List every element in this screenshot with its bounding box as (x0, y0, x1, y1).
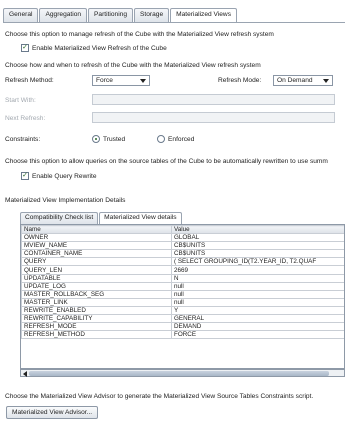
table-row[interactable]: REFRESH_METHOD FORCE (21, 330, 344, 340)
cell-name: MVIEW_NAME (21, 241, 172, 251)
refresh-mode-value: On Demand (277, 77, 313, 84)
table-row[interactable]: UPDATE_LOG null (21, 281, 344, 291)
refresh-method-value: Force (96, 77, 113, 84)
table-row[interactable]: CONTAINER_NAME CB$UNITS (21, 249, 344, 259)
cell-name: UPDATABLE (21, 273, 172, 283)
cell-value: Y (171, 305, 344, 316)
cell-name: CONTAINER_NAME (21, 249, 172, 259)
column-header-value[interactable]: Value (171, 225, 344, 235)
constraints-label: Constraints: (5, 136, 41, 143)
cell-name: MASTER_ROLLBACK_SEG (21, 289, 172, 299)
table-row[interactable]: OWNER GLOBAL (21, 233, 344, 243)
tab-partitioning[interactable]: Partitioning (88, 8, 134, 22)
cell-name: MASTER_LINK (21, 297, 172, 307)
table-header-row: Name Value (21, 225, 344, 235)
tab-materialized-view-details[interactable]: Materialized View details (99, 212, 182, 224)
enable-query-rewrite-label: Enable Query Rewrite (32, 172, 97, 180)
cell-value: GLOBAL (171, 233, 344, 243)
cell-value: FORCE (171, 330, 344, 340)
cell-value: CB$UNITS (171, 249, 344, 259)
refresh-method-label: Refresh Method: (5, 77, 54, 84)
table-row[interactable]: REFRESH_MODE DEMAND (21, 322, 344, 332)
refresh-mode-select[interactable]: On Demand (273, 75, 333, 86)
cell-name: UPDATE_LOG (21, 281, 172, 291)
tab-aggregation[interactable]: Aggregation (39, 8, 88, 22)
cell-name: REFRESH_METHOD (21, 330, 172, 340)
cell-name: QUERY (21, 257, 172, 267)
tab-compatibility-check-list[interactable]: Compatibility Check list (20, 212, 99, 224)
enforced-radio[interactable] (157, 135, 165, 143)
advisor-description: Choose the Materialized View Advisor to … (5, 393, 314, 400)
trusted-radio[interactable] (92, 135, 100, 143)
cell-value: CB$UNITS (171, 241, 344, 251)
cell-value: N (171, 273, 344, 283)
table-row[interactable]: REWRITE_CAPABILITY GENERAL (21, 314, 344, 324)
table-row[interactable]: UPDATABLE N (21, 273, 344, 283)
column-header-name[interactable]: Name (21, 225, 172, 235)
refresh-method-select[interactable]: Force (92, 75, 150, 86)
cell-value: 2669 (171, 265, 344, 275)
tab-storage[interactable]: Storage (134, 8, 170, 22)
cell-name: REFRESH_MODE (21, 322, 172, 332)
horizontal-scrollbar[interactable] (20, 369, 345, 377)
how-when-text: Choose how and when to refresh of the Cu… (5, 62, 261, 69)
scroll-left-icon[interactable] (23, 371, 27, 377)
enable-query-rewrite-checkbox[interactable]: ✓ (21, 172, 29, 180)
cell-name: REWRITE_CAPABILITY (21, 314, 172, 324)
tab-general[interactable]: General (3, 8, 39, 22)
mview-details-table[interactable]: Name Value OWNER GLOBAL MVIEW_NAME CB$UNITS… (20, 224, 345, 369)
table-row[interactable]: MASTER_LINK null (21, 297, 344, 307)
enforced-label: Enforced (168, 136, 195, 143)
tab-materialized-views[interactable]: Materialized Views (170, 8, 237, 23)
cell-name: REWRITE_ENABLED (21, 305, 172, 316)
cell-name: OWNER (21, 233, 172, 243)
implementation-title: Materialized View Implementation Details (5, 197, 126, 204)
cell-value: null (171, 297, 344, 307)
materialized-view-advisor-button[interactable]: Materialized View Advisor... (6, 406, 99, 419)
refresh-mode-label: Refresh Mode: (218, 77, 262, 84)
tab-divider (3, 22, 345, 23)
table-row[interactable]: MASTER_ROLLBACK_SEG null (21, 289, 344, 299)
top-tabs: General Aggregation Partitioning Storage… (3, 8, 238, 23)
cell-name: QUERY_LEN (21, 265, 172, 275)
enable-refresh-checkbox[interactable]: ✓ (21, 44, 29, 52)
trusted-label: Trusted (103, 136, 126, 143)
chevron-down-icon (323, 79, 329, 83)
next-refresh-field (92, 112, 335, 123)
rewrite-description: Choose this option to allow queries on t… (5, 158, 328, 165)
cell-value: DEMAND (171, 322, 344, 332)
cell-value: GENERAL (171, 314, 344, 324)
cell-value: null (171, 289, 344, 299)
chevron-down-icon (140, 79, 146, 83)
next-refresh-label: Next Refresh: (5, 115, 46, 122)
start-with-label: Start With: (5, 97, 36, 104)
scrollbar-thumb[interactable] (29, 371, 329, 376)
table-row[interactable]: QUERY_LEN 2669 (21, 265, 344, 275)
implementation-subtabs: Compatibility Check list Materialized Vi… (20, 212, 183, 224)
table-row[interactable]: MVIEW_NAME CB$UNITS (21, 241, 344, 251)
enable-refresh-label: Enable Materialized View Refresh of the … (32, 44, 167, 52)
table-row[interactable]: QUERY( SELECT GROUPING_ID(T2.YEAR_ID, T2… (21, 257, 344, 267)
table-row[interactable]: REWRITE_ENABLED Y (21, 305, 344, 316)
refresh-description: Choose this option to manage refresh of … (5, 31, 274, 38)
cell-value: ( SELECT GROUPING_ID(T2.YEAR_ID, T2.QUAF (171, 257, 344, 267)
cell-value: null (171, 281, 344, 291)
start-with-field (92, 94, 335, 105)
